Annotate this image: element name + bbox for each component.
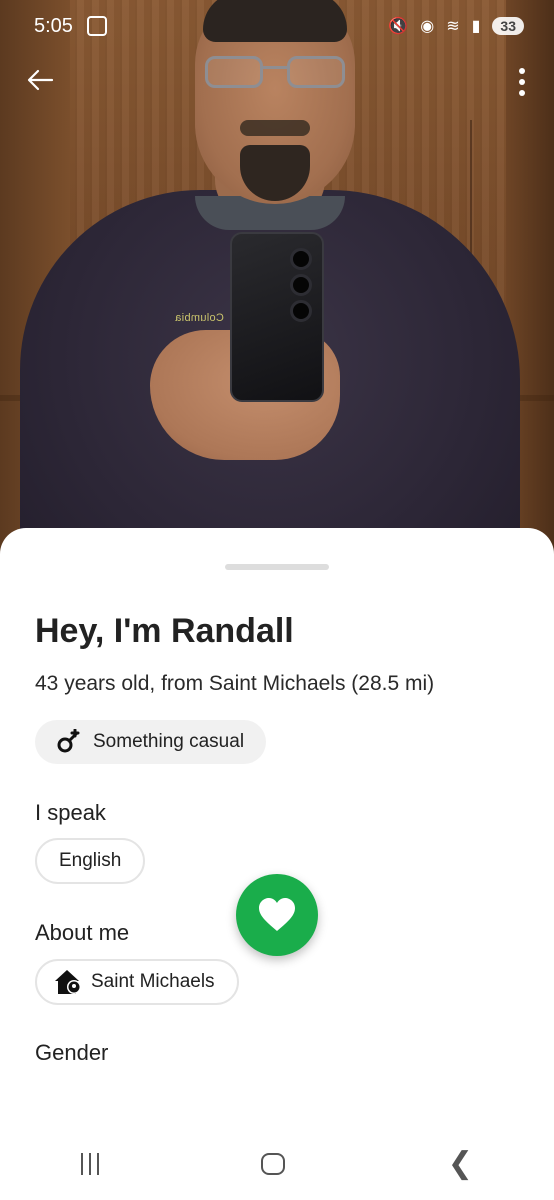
- status-time: 5:05: [34, 14, 73, 37]
- scroll-fade: [0, 1058, 554, 1098]
- arrow-left-icon: [27, 69, 54, 91]
- photo-subject-phone: [230, 232, 324, 402]
- intent-chip: Something casual: [35, 720, 267, 764]
- system-back-button[interactable]: ❮: [448, 1149, 473, 1179]
- wifi-icon: ≋: [446, 18, 460, 35]
- location-label: Saint Michaels: [91, 971, 215, 992]
- shirt-logo: Columbia: [175, 312, 224, 324]
- battery-icon: 33: [492, 17, 524, 35]
- location-chip: Saint Michaels: [35, 959, 239, 1005]
- status-bar: 5:05 🔇 ◉ ≋ ▮ 33: [0, 0, 554, 52]
- profile-photo[interactable]: Columbia: [0, 0, 554, 560]
- sheet-drag-handle[interactable]: [225, 564, 329, 570]
- like-button[interactable]: [236, 874, 318, 956]
- home-location-icon: [55, 970, 81, 994]
- more-vertical-icon: [519, 68, 525, 74]
- home-button[interactable]: [261, 1153, 286, 1175]
- photo-subject-mustache: [240, 120, 310, 136]
- recents-button[interactable]: [81, 1153, 100, 1175]
- language-chip: English: [35, 838, 146, 884]
- back-button[interactable]: [24, 64, 60, 100]
- more-options-button[interactable]: [510, 64, 534, 100]
- profile-age-location: 43 years old, from Saint Michaels (28.5 …: [35, 672, 435, 695]
- photo-subject-glasses: [205, 56, 345, 90]
- intent-label: Something casual: [93, 731, 245, 752]
- language-label: English: [59, 850, 122, 871]
- languages-heading: I speak: [35, 800, 106, 825]
- intent-icon: [57, 729, 80, 753]
- mute-icon: 🔇: [388, 18, 409, 35]
- screenshot-icon: [86, 16, 107, 36]
- profile-details-sheet[interactable]: Hey, I'm Randall 43 years old, from Sain…: [0, 528, 554, 1200]
- about-heading: About me: [35, 920, 130, 945]
- location-icon: ◉: [420, 18, 435, 35]
- heart-icon: [259, 898, 295, 931]
- signal-icon: ▮: [471, 18, 481, 35]
- profile-greeting: Hey, I'm Randall: [35, 612, 294, 650]
- system-nav-bar: ❮: [0, 1128, 554, 1200]
